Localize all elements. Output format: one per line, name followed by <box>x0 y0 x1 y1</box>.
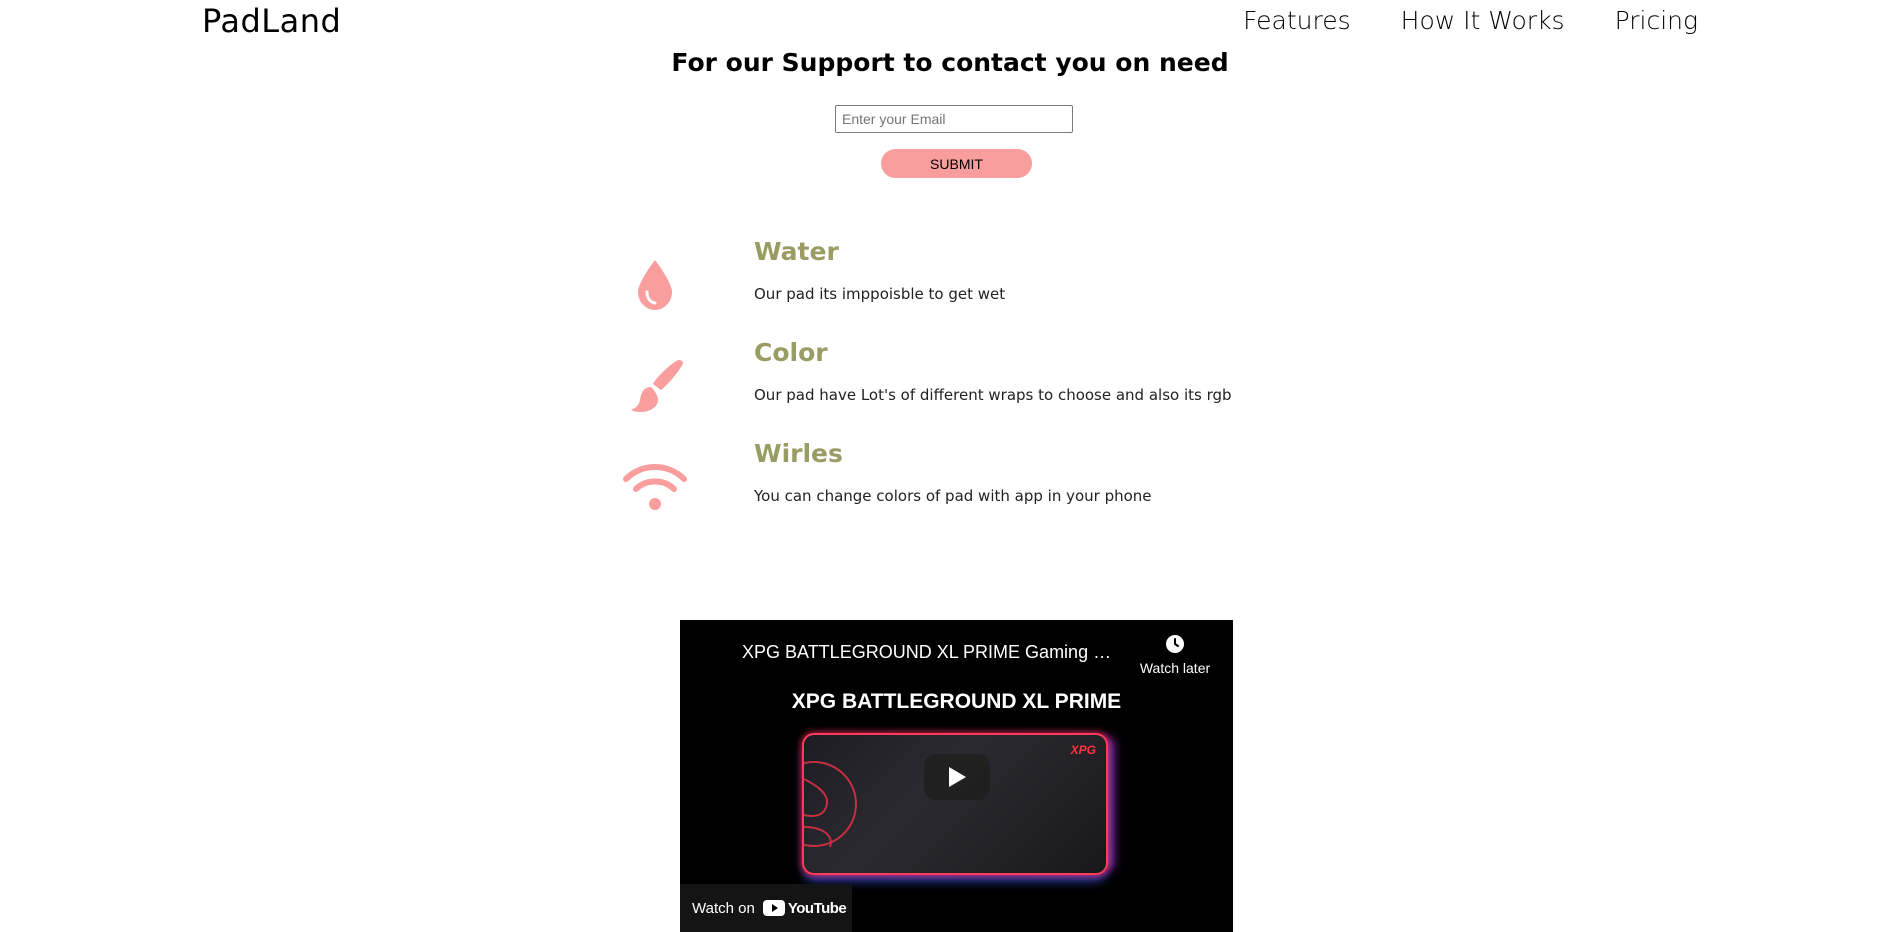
feature-desc-color: Our pad have Lot's of different wraps to… <box>754 386 1232 404</box>
site-logo[interactable]: PadLand <box>202 2 341 40</box>
youtube-play-icon <box>762 900 785 916</box>
youtube-wordmark: YouTube <box>787 899 847 917</box>
submit-button[interactable]: SUBMIT <box>881 149 1032 178</box>
pad-brand-logo: XPG <box>1070 743 1096 757</box>
feature-desc-wirles: You can change colors of pad with app in… <box>754 487 1152 505</box>
watch-on-youtube-button[interactable]: Watch on YouTube <box>680 884 852 932</box>
feature-color: Color Our pad have Lot's of different wr… <box>600 338 1400 433</box>
feature-title-water: Water <box>754 237 839 266</box>
nav-pricing[interactable]: Pricing <box>1615 6 1698 35</box>
youtube-embed[interactable]: XPG BATTLEGROUND XL PRIME Gaming Mou... … <box>680 620 1233 932</box>
support-title: For our Support to contact you on need <box>671 48 1229 77</box>
watch-later-button[interactable]: Watch later <box>1135 634 1215 676</box>
feature-title-color: Color <box>754 338 828 367</box>
email-input[interactable] <box>835 105 1073 133</box>
play-icon <box>949 767 966 787</box>
paint-brush-icon <box>600 338 710 433</box>
feature-title-wirles: Wirles <box>754 439 843 468</box>
nav-features[interactable]: Features <box>1243 6 1351 35</box>
feature-wirles: Wirles You can change colors of pad with… <box>600 439 1400 534</box>
page: PadLand Features How It Works Pricing Fo… <box>0 0 1900 932</box>
water-drop-icon <box>600 237 710 332</box>
watch-later-label: Watch later <box>1139 660 1211 676</box>
video-title[interactable]: XPG BATTLEGROUND XL PRIME Gaming Mou... <box>742 642 1122 663</box>
nav-how-it-works[interactable]: How It Works <box>1401 6 1565 35</box>
feature-desc-water: Our pad its imppoisble to get wet <box>754 285 1006 303</box>
video-headline: XPG BATTLEGROUND XL PRIME <box>791 690 1122 713</box>
watch-on-label: Watch on <box>692 899 755 917</box>
main-nav: Features How It Works Pricing <box>1243 6 1698 35</box>
feature-water: Water Our pad its imppoisble to get wet <box>600 237 1400 332</box>
play-button[interactable] <box>924 754 990 800</box>
youtube-logo: YouTube <box>762 899 847 917</box>
wifi-icon <box>600 439 710 534</box>
clock-icon <box>1165 634 1185 654</box>
